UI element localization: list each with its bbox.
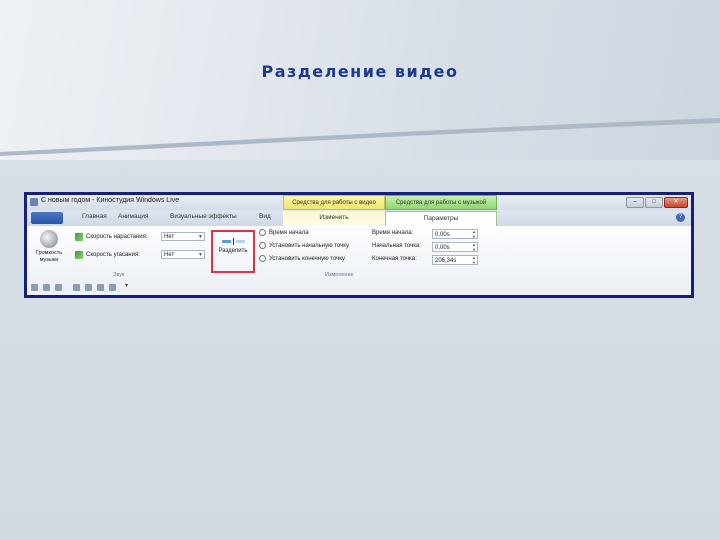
- split-icon: [221, 237, 245, 245]
- music-volume-button[interactable]: Громкость музыки: [31, 230, 67, 263]
- ribbon-tabs: Главная Анимация Визуальные эффекты Вид …: [27, 210, 691, 226]
- start-time-label: Время начала:: [372, 230, 414, 236]
- clock-icon: [259, 229, 266, 236]
- window-titlebar: С новым годом - Киностудия Windows Live …: [27, 195, 691, 210]
- add-media-icon[interactable]: [73, 284, 80, 291]
- split-button[interactable]: Разделить: [211, 230, 255, 273]
- fade-in-label: Скорость нарастания:: [86, 234, 148, 240]
- end-point-value: 206,34s: [435, 258, 457, 264]
- fade-out-label: Скорость угасания:: [86, 252, 140, 258]
- save-icon[interactable]: [31, 284, 38, 291]
- slide-title: Разделение видео: [261, 62, 459, 81]
- quick-access-toolbar: ▾: [27, 281, 691, 295]
- fade-out-row: Скорость угасания:: [75, 251, 140, 259]
- set-start-point-label: Установить начальную точку: [269, 242, 349, 249]
- start-time-value: 0,00s: [435, 232, 450, 238]
- tab-view[interactable]: Вид: [259, 213, 271, 220]
- chevron-down-icon: ▼: [198, 252, 203, 258]
- tab-edit[interactable]: Изменить: [283, 211, 385, 226]
- tab-home[interactable]: Главная: [82, 213, 107, 220]
- new-project-icon[interactable]: [85, 284, 92, 291]
- end-point-icon: [259, 255, 266, 262]
- music-note-icon: [75, 251, 83, 259]
- start-point-input[interactable]: 0,00s ▲ ▼: [432, 242, 478, 252]
- slide-swoosh-decoration: [0, 118, 720, 156]
- minimize-button[interactable]: –: [626, 197, 644, 208]
- spin-arrows-icon[interactable]: ▲ ▼: [472, 229, 476, 239]
- tab-visual-effects[interactable]: Визуальные эффекты: [170, 213, 237, 220]
- set-end-point-label: Установить конечную точку: [269, 255, 345, 262]
- spin-arrows-icon[interactable]: ▲ ▼: [472, 255, 476, 265]
- undo-icon[interactable]: [43, 284, 50, 291]
- split-label: Разделить: [218, 248, 248, 254]
- open-icon[interactable]: [97, 284, 104, 291]
- tab-animation[interactable]: Анимация: [118, 213, 149, 220]
- music-note-icon: [75, 233, 83, 241]
- group-label-sound: Звук: [113, 272, 125, 278]
- fade-in-value: Нет: [164, 234, 175, 240]
- customize-qat-icon[interactable]: ▾: [125, 282, 132, 289]
- chevron-down-icon: ▼: [198, 234, 203, 240]
- fade-out-value: Нет: [164, 252, 175, 258]
- spin-arrows-icon[interactable]: ▲ ▼: [472, 242, 476, 252]
- set-start-time-label: Время начала: [269, 229, 309, 236]
- tab-options[interactable]: Параметры: [385, 211, 497, 226]
- ribbon-panel: Громкость музыки Скорость нарастания: Не…: [27, 226, 691, 282]
- start-time-input[interactable]: 0,00s ▲ ▼: [432, 229, 478, 239]
- start-point-label: Начальная точка:: [372, 243, 421, 249]
- start-point-value: 0,00s: [435, 245, 450, 251]
- music-volume-label: Громкость музыки: [35, 250, 63, 263]
- contextual-tab-video-tools: Средства для работы с видео: [283, 195, 385, 210]
- contextual-tab-music-tools: Средства для работы с музыкой: [385, 195, 497, 210]
- set-start-time-button[interactable]: Время начала: [259, 229, 309, 236]
- window-title: С новым годом - Киностудия Windows Live: [41, 197, 180, 204]
- speaker-icon: [40, 230, 58, 248]
- snapshot-icon[interactable]: [109, 284, 116, 291]
- app-icon: [30, 198, 38, 206]
- end-point-label: Конечная точка:: [372, 256, 417, 262]
- help-icon[interactable]: ?: [676, 213, 685, 222]
- end-point-input[interactable]: 206,34s ▲ ▼: [432, 255, 478, 265]
- file-menu-button[interactable]: [31, 212, 63, 224]
- movie-maker-screenshot: С новым годом - Киностудия Windows Live …: [24, 192, 694, 298]
- group-label-edit: Изменение: [325, 272, 354, 278]
- fade-in-row: Скорость нарастания:: [75, 233, 148, 241]
- start-point-icon: [259, 242, 266, 249]
- close-button[interactable]: ✕: [664, 197, 688, 208]
- fade-in-select[interactable]: Нет ▼: [161, 232, 205, 241]
- redo-icon[interactable]: [55, 284, 62, 291]
- set-end-point-button[interactable]: Установить конечную точку: [259, 255, 345, 262]
- fade-out-select[interactable]: Нет ▼: [161, 250, 205, 259]
- maximize-button[interactable]: □: [645, 197, 663, 208]
- set-start-point-button[interactable]: Установить начальную точку: [259, 242, 349, 249]
